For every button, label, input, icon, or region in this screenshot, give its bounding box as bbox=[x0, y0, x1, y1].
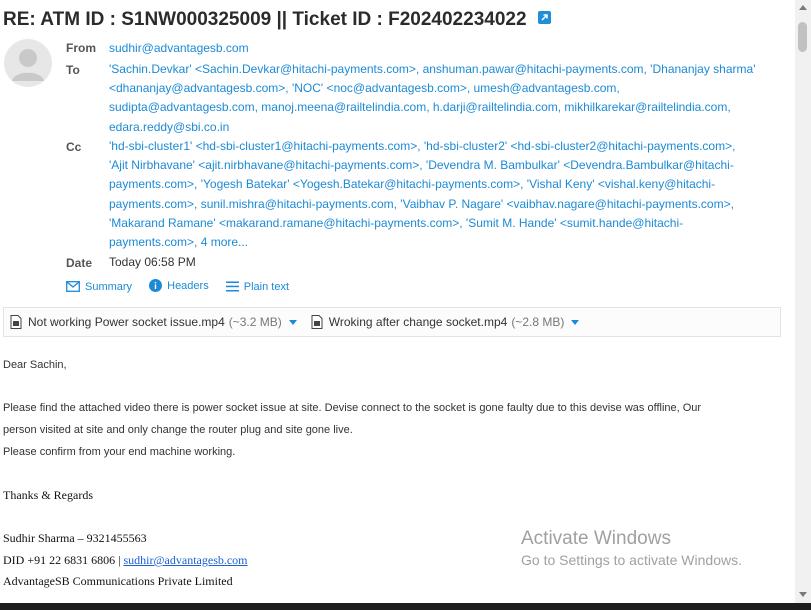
plain-text-label[interactable]: Plain text bbox=[244, 281, 289, 293]
cc-line[interactable]: payments.com>, 'Yogesh Batekar' <Yogesh.… bbox=[109, 175, 789, 194]
file-icon bbox=[311, 315, 323, 329]
from-label: From bbox=[66, 41, 96, 55]
body-line: person visited at site and only change t… bbox=[3, 424, 353, 436]
cc-line[interactable]: 'hd-sbi-cluster1' <hd-sbi-cluster1@hitac… bbox=[109, 137, 789, 156]
sender-avatar bbox=[4, 39, 52, 87]
envelope-icon bbox=[66, 281, 80, 292]
scroll-thumb[interactable] bbox=[798, 22, 807, 52]
signoff: Thanks & Regards bbox=[3, 488, 93, 502]
headers-label[interactable]: Headers bbox=[167, 280, 209, 292]
attachment-item[interactable]: Not working Power socket issue.mp4 (~3.2… bbox=[10, 315, 297, 329]
email-subject: RE: ATM ID : S1NW000325009 || Ticket ID … bbox=[3, 9, 551, 31]
cc-label: Cc bbox=[66, 140, 82, 154]
bottom-edge bbox=[0, 603, 811, 610]
cc-recipients[interactable]: 'hd-sbi-cluster1' <hd-sbi-cluster1@hitac… bbox=[109, 137, 789, 252]
to-line[interactable]: edara.reddy@sbi.co.in bbox=[109, 118, 789, 137]
attachment-name[interactable]: Wroking after change socket.mp4 bbox=[329, 315, 508, 329]
to-line[interactable]: 'Sachin.Devkar' <Sachin.Devkar@hitachi-p… bbox=[109, 60, 789, 79]
did-text: DID +91 22 6831 6806 | bbox=[3, 553, 121, 567]
date-label: Date bbox=[66, 256, 93, 270]
file-icon bbox=[10, 315, 22, 329]
header-view-links: Summary Headers Plain text bbox=[66, 279, 303, 295]
signature-name: Sudhir Sharma – 9321455563 bbox=[3, 531, 147, 545]
date-value: Today 06:58 PM bbox=[109, 255, 196, 269]
body-line: Please confirm from your end machine wor… bbox=[3, 446, 236, 458]
plain-text-link[interactable]: Plain text bbox=[225, 281, 289, 293]
person-icon bbox=[12, 49, 44, 81]
attachment-item[interactable]: Wroking after change socket.mp4 (~2.8 MB… bbox=[311, 315, 580, 329]
summary-label[interactable]: Summary bbox=[85, 281, 132, 293]
to-line[interactable]: <dhananjay@advantagesb.com>, 'NOC' <noc@… bbox=[109, 79, 789, 98]
signature-company: AdvantageSB Communications Private Limit… bbox=[3, 574, 233, 588]
cc-line[interactable]: payments.com>, 4 more... bbox=[109, 233, 789, 252]
info-icon bbox=[149, 279, 163, 292]
from-address[interactable]: sudhir@advantagesb.com bbox=[109, 39, 789, 58]
signature-did: DID +91 22 6831 6806 | sudhir@advantages… bbox=[3, 553, 248, 568]
open-external-icon[interactable] bbox=[537, 11, 551, 25]
watermark-subtitle: Go to Settings to activate Windows. bbox=[521, 552, 742, 568]
to-label: To bbox=[66, 63, 80, 77]
lines-icon bbox=[225, 281, 239, 292]
headers-link[interactable]: Headers bbox=[149, 279, 209, 292]
body-line: Please find the attached video there is … bbox=[3, 402, 702, 414]
cc-line[interactable]: 'Ajit Nirbhavane' <ajit.nirbhavane@hitac… bbox=[109, 156, 789, 175]
watermark-title: Activate Windows bbox=[521, 528, 671, 549]
scroll-down-icon[interactable] bbox=[799, 592, 807, 597]
attachments-bar: Not working Power socket issue.mp4 (~3.2… bbox=[3, 307, 781, 337]
vertical-scrollbar[interactable] bbox=[795, 0, 811, 603]
summary-link[interactable]: Summary bbox=[66, 281, 132, 293]
chevron-down-icon[interactable] bbox=[571, 319, 580, 325]
to-recipients[interactable]: 'Sachin.Devkar' <Sachin.Devkar@hitachi-p… bbox=[109, 60, 789, 137]
to-line[interactable]: sudipta@advantagesb.com, manoj.meena@rai… bbox=[109, 98, 789, 117]
chevron-down-icon[interactable] bbox=[288, 319, 297, 325]
attachment-name[interactable]: Not working Power socket issue.mp4 bbox=[28, 315, 225, 329]
scroll-up-icon[interactable] bbox=[799, 5, 807, 10]
subject-text: RE: ATM ID : S1NW000325009 || Ticket ID … bbox=[3, 9, 527, 30]
attachment-size: (~3.2 MB) bbox=[228, 315, 282, 329]
cc-line[interactable]: 'Makarand Ramane' <makarand.ramane@hitac… bbox=[109, 214, 789, 233]
greeting: Dear Sachin, bbox=[3, 359, 67, 371]
attachment-size: (~2.8 MB) bbox=[511, 315, 565, 329]
cc-line[interactable]: payments.com>, sunil.mishra@hitachi-paym… bbox=[109, 195, 789, 214]
signature-email-link[interactable]: sudhir@advantagesb.com bbox=[124, 553, 248, 567]
